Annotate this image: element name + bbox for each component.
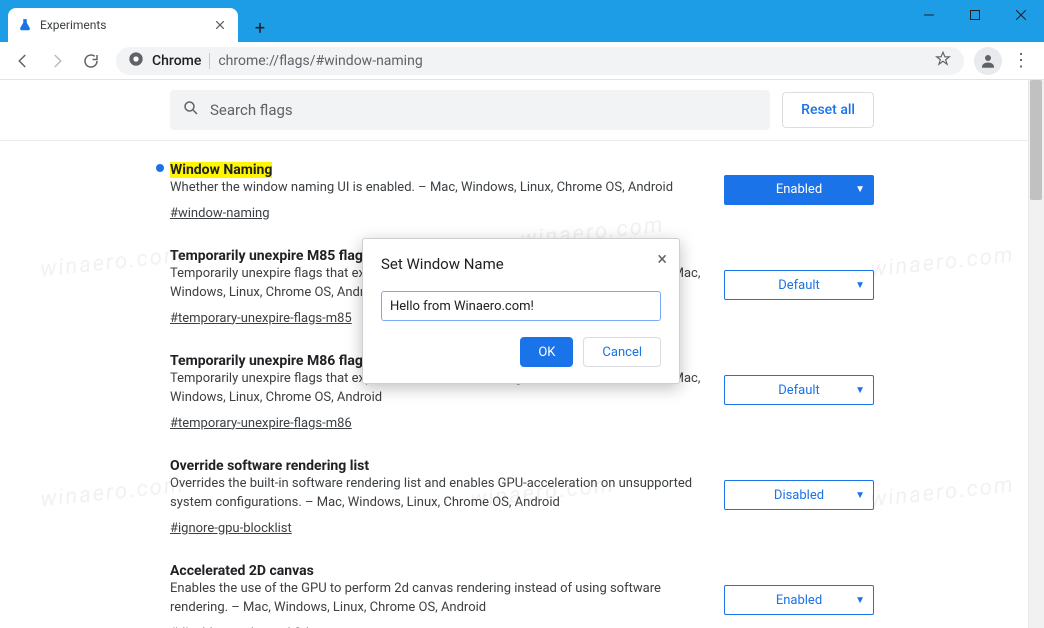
bookmark-star-icon[interactable] xyxy=(934,50,952,72)
modified-dot-icon xyxy=(156,164,164,172)
search-icon xyxy=(182,99,200,121)
omnibox-url: chrome://flags/#window-naming xyxy=(218,53,422,69)
dialog-actions: OK Cancel xyxy=(381,337,661,367)
flag-text: Window NamingWhether the window naming U… xyxy=(170,159,724,221)
flag-select-wrap: Enabled ▼ xyxy=(724,585,874,615)
flag-title: Window Naming xyxy=(170,162,272,178)
flag-text: Override software rendering listOverride… xyxy=(170,455,724,536)
dialog-close-button[interactable]: × xyxy=(657,249,667,270)
flag-state-dropdown[interactable]: Disabled ▼ xyxy=(724,480,874,510)
tab-close-button[interactable] xyxy=(212,17,228,33)
omnibox-separator xyxy=(209,53,210,69)
browser-tab[interactable]: Experiments xyxy=(8,8,238,42)
window-minimize-button[interactable] xyxy=(906,0,952,30)
flag-row: Accelerated 2D canvasEnables the use of … xyxy=(170,560,874,628)
chevron-down-icon: ▼ xyxy=(855,280,865,291)
flag-select-wrap: Default ▼ xyxy=(724,375,874,405)
flag-anchor-link[interactable]: #temporary-unexpire-flags-m86 xyxy=(170,416,352,431)
dropdown-value: Default xyxy=(778,278,820,293)
reset-all-button[interactable]: Reset all xyxy=(782,92,874,128)
flag-state-dropdown[interactable]: Default ▼ xyxy=(724,375,874,405)
chrome-icon xyxy=(128,51,144,71)
browser-toolbar: Chrome chrome://flags/#window-naming ⋮ xyxy=(0,42,1044,80)
dropdown-value: Default xyxy=(778,383,820,398)
tab-strip: Experiments + xyxy=(0,8,1044,42)
dropdown-value: Disabled xyxy=(774,488,824,503)
flag-anchor-link[interactable]: #ignore-gpu-blocklist xyxy=(170,521,292,536)
chevron-down-icon: ▼ xyxy=(855,184,865,195)
dialog-title: Set Window Name xyxy=(381,255,661,273)
flag-description: Enables the use of the GPU to perform 2d… xyxy=(170,579,708,618)
flask-icon xyxy=(18,18,32,32)
scrollbar-thumb[interactable] xyxy=(1030,80,1042,200)
flags-list: Window NamingWhether the window naming U… xyxy=(0,141,1044,628)
flag-title: Temporarily unexpire M86 flags. xyxy=(170,353,374,369)
flag-title: Override software rendering list xyxy=(170,458,369,474)
chevron-down-icon: ▼ xyxy=(855,595,865,606)
address-bar[interactable]: Chrome chrome://flags/#window-naming xyxy=(116,47,964,75)
kebab-menu-icon[interactable]: ⋮ xyxy=(1006,46,1036,76)
flag-anchor-link[interactable]: #window-naming xyxy=(170,206,270,221)
tab-title: Experiments xyxy=(40,18,107,32)
cancel-button[interactable]: Cancel xyxy=(583,337,661,367)
flag-state-dropdown[interactable]: Enabled ▼ xyxy=(724,585,874,615)
flag-text: Accelerated 2D canvasEnables the use of … xyxy=(170,560,724,628)
window-titlebar xyxy=(0,0,1044,8)
profile-avatar[interactable] xyxy=(974,47,1002,75)
scrollbar-track[interactable] xyxy=(1028,80,1044,628)
flags-header: Search flags Reset all xyxy=(0,80,1044,141)
window-controls xyxy=(906,0,1044,30)
window-maximize-button[interactable] xyxy=(952,0,998,30)
flag-title: Temporarily unexpire M85 flags. xyxy=(170,248,374,264)
ok-button[interactable]: OK xyxy=(520,337,573,367)
flag-state-dropdown[interactable]: Enabled ▼ xyxy=(724,175,874,205)
dropdown-value: Enabled xyxy=(776,182,822,197)
flag-description: Overrides the built-in software renderin… xyxy=(170,474,708,513)
flag-state-dropdown[interactable]: Default ▼ xyxy=(724,270,874,300)
back-button[interactable] xyxy=(8,46,38,76)
chevron-down-icon: ▼ xyxy=(855,490,865,501)
reload-button[interactable] xyxy=(76,46,106,76)
window-name-input[interactable] xyxy=(381,291,661,321)
omnibox-scheme-label: Chrome xyxy=(152,53,201,69)
chevron-down-icon: ▼ xyxy=(855,385,865,396)
search-flags-input[interactable]: Search flags xyxy=(170,90,770,130)
flag-row: Override software rendering listOverride… xyxy=(170,455,874,560)
search-placeholder: Search flags xyxy=(210,101,293,119)
flag-select-wrap: Enabled ▼ xyxy=(724,175,874,205)
new-tab-button[interactable]: + xyxy=(246,14,274,42)
forward-button[interactable] xyxy=(42,46,72,76)
set-window-name-dialog: Set Window Name × OK Cancel xyxy=(362,238,680,384)
flag-select-wrap: Disabled ▼ xyxy=(724,480,874,510)
dropdown-value: Enabled xyxy=(776,593,822,608)
flag-title: Accelerated 2D canvas xyxy=(170,563,314,579)
flag-select-wrap: Default ▼ xyxy=(724,270,874,300)
window-close-button[interactable] xyxy=(998,0,1044,30)
flag-anchor-link[interactable]: #temporary-unexpire-flags-m85 xyxy=(170,311,352,326)
flag-description: Whether the window naming UI is enabled.… xyxy=(170,178,708,198)
flag-row: Window NamingWhether the window naming U… xyxy=(170,159,874,245)
